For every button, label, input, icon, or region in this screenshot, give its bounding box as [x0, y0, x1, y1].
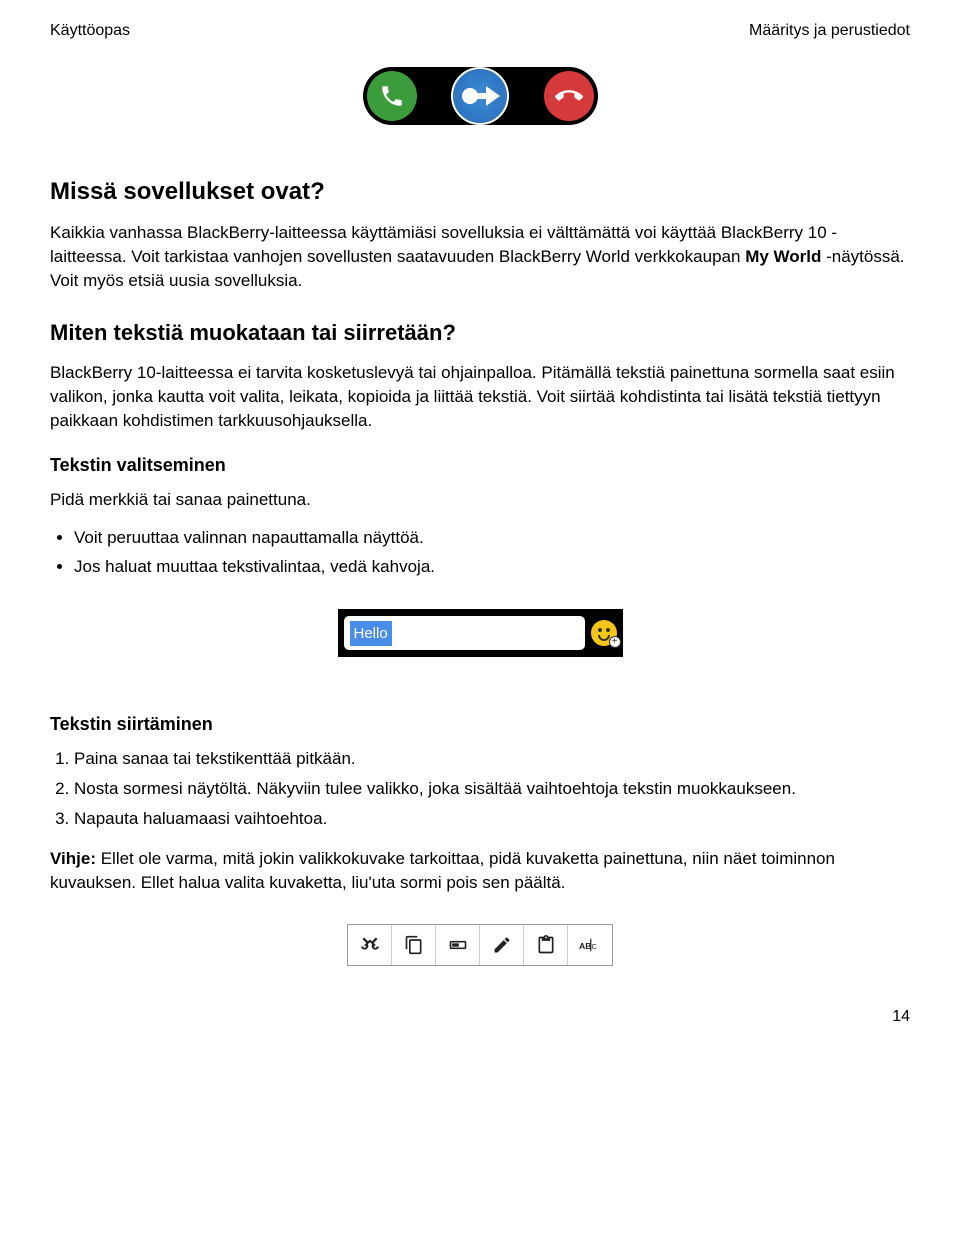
section2-heading: Miten tekstiä muokataan tai siirretään? — [50, 318, 910, 349]
svg-text:AB: AB — [579, 941, 591, 951]
list-item: Nosta sormesi näytöltä. Näkyviin tulee v… — [74, 777, 910, 801]
slide-handle-icon — [451, 67, 509, 125]
section1-paragraph: Kaikkia vanhassa BlackBerry-laitteessa k… — [50, 221, 910, 292]
select-icon — [436, 925, 480, 965]
copy-icon — [392, 925, 436, 965]
svg-text:C: C — [592, 944, 597, 951]
tip-text: Ellet ole varma, mitä jokin valikkokuvak… — [50, 849, 835, 892]
list-item: Napauta haluamaasi vaihtoehtoa. — [74, 807, 910, 831]
page-number: 14 — [50, 1006, 910, 1028]
my-world-bold: My World — [745, 247, 821, 266]
cut-icon — [348, 925, 392, 965]
section2-paragraph: BlackBerry 10-laitteessa ei tarvita kosk… — [50, 361, 910, 432]
decline-call-icon — [544, 71, 594, 121]
selected-text-example: Hello — [350, 621, 392, 646]
accept-call-icon — [367, 71, 417, 121]
header-left: Käyttöopas — [50, 20, 130, 42]
section3-paragraph: Pidä merkkiä tai sanaa painettuna. — [50, 488, 910, 512]
call-slider-image — [50, 67, 910, 125]
list-item: Paina sanaa tai tekstikenttää pitkään. — [74, 747, 910, 771]
list-item: Voit peruuttaa valinnan napauttamalla nä… — [74, 526, 910, 550]
section3-heading: Tekstin valitseminen — [50, 453, 910, 478]
tip-paragraph: Vihje: Ellet ole varma, mitä jokin valik… — [50, 847, 910, 895]
section3-bullets: Voit peruuttaa valinnan napauttamalla nä… — [50, 526, 910, 580]
section1-text-a: Kaikkia vanhassa BlackBerry-laitteessa k… — [50, 223, 837, 266]
paste-icon — [524, 925, 568, 965]
section4-heading: Tekstin siirtäminen — [50, 712, 910, 737]
section4-steps: Paina sanaa tai tekstikenttää pitkään. N… — [50, 747, 910, 830]
tip-label: Vihje: — [50, 849, 96, 868]
header-right: Määritys ja perustiedot — [749, 20, 910, 42]
emoji-icon: + — [591, 620, 617, 646]
section1-heading: Missä sovellukset ovat? — [50, 175, 910, 209]
list-item: Jos haluat muuttaa tekstivalintaa, vedä … — [74, 555, 910, 579]
text-selection-image: Hello + — [50, 609, 910, 657]
edit-icon — [480, 925, 524, 965]
edit-toolbar-image: ABC — [50, 924, 910, 966]
text-format-icon: ABC — [568, 925, 612, 965]
